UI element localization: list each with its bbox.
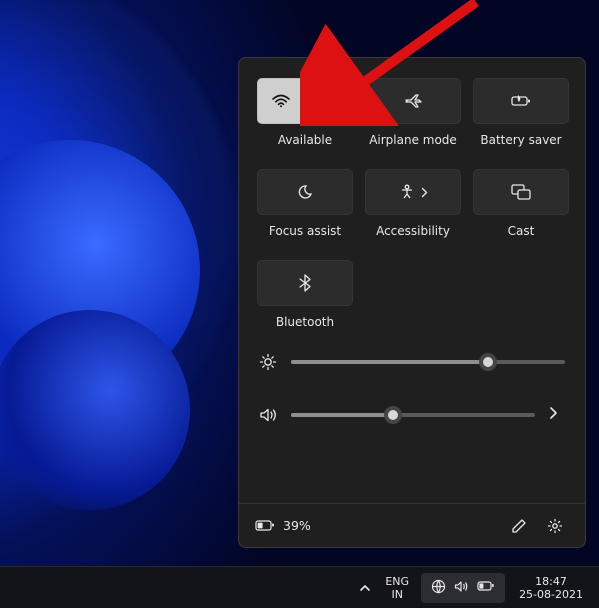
bluetooth-icon [299, 274, 311, 292]
volume-output-expand[interactable] [549, 405, 565, 424]
battery-tray-icon [477, 581, 495, 595]
quick-settings-panel: Available Airplane mode Battery saver [238, 57, 586, 548]
accessibility-tile-label: Accessibility [376, 224, 450, 238]
taskbar-lang-bottom: IN [391, 588, 402, 601]
bluetooth-tile-label: Bluetooth [276, 315, 334, 329]
taskbar-date: 25-08-2021 [519, 588, 583, 601]
airplane-mode-tile-label: Airplane mode [369, 133, 457, 147]
edit-quick-settings-button[interactable] [505, 512, 533, 540]
battery-saver-tile-label: Battery saver [480, 133, 561, 147]
taskbar-clock[interactable]: 18:47 25-08-2021 [509, 567, 593, 608]
focus-assist-tile-button[interactable] [257, 169, 353, 215]
wifi-icon [272, 94, 290, 108]
taskbar-lang-top: ENG [385, 575, 409, 588]
volume-fill [291, 413, 393, 417]
bluetooth-tile-button[interactable] [257, 260, 353, 306]
accessibility-tile-button[interactable] [365, 169, 461, 215]
battery-icon [255, 520, 275, 532]
focus-assist-tile-label: Focus assist [269, 224, 341, 238]
wifi-toggle[interactable] [258, 79, 305, 123]
battery-percent-text: 39% [283, 518, 311, 533]
moon-icon [297, 184, 313, 200]
wifi-tile-button[interactable] [257, 78, 353, 124]
accessibility-icon [399, 184, 415, 200]
cast-tile-label: Cast [508, 224, 535, 238]
network-icon [431, 579, 446, 597]
brightness-icon [259, 353, 277, 371]
wifi-networks-expand[interactable] [306, 79, 353, 123]
cast-tile-button[interactable] [473, 169, 569, 215]
volume-tray-icon [454, 580, 469, 596]
taskbar-time: 18:47 [535, 575, 567, 588]
volume-thumb[interactable] [384, 406, 402, 424]
battery-saver-tile-button[interactable] [473, 78, 569, 124]
speaker-icon [259, 407, 277, 423]
cast-icon [511, 184, 531, 200]
brightness-thumb[interactable] [479, 353, 497, 371]
airplane-mode-tile-button[interactable] [365, 78, 461, 124]
chevron-right-icon [324, 94, 333, 108]
wifi-tile-label: Available [278, 133, 332, 147]
brightness-fill [291, 360, 488, 364]
chevron-right-icon [421, 187, 428, 198]
taskbar-language-button[interactable]: ENG IN [377, 567, 417, 608]
brightness-slider[interactable] [259, 353, 565, 371]
settings-button[interactable] [541, 512, 569, 540]
taskbar-overflow-button[interactable] [353, 567, 377, 608]
airplane-icon [404, 93, 422, 109]
battery-saver-icon [510, 94, 532, 108]
volume-slider[interactable] [259, 405, 565, 424]
taskbar-system-tray[interactable] [421, 573, 505, 603]
taskbar[interactable]: ENG IN 18:47 25-08-2021 [0, 566, 599, 608]
